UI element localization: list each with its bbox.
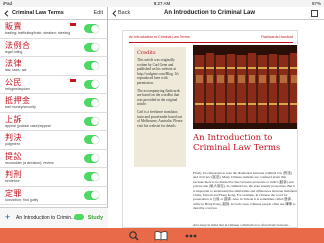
term-gloss: bail money/security xyxy=(5,105,36,109)
edit-button[interactable]: Edit xyxy=(94,10,103,16)
header-rule xyxy=(129,42,293,43)
right-nav-bar: Back An Introduction to Criminal Law xyxy=(108,7,324,20)
term-gloss: sentence xyxy=(5,179,20,183)
term-toggle[interactable] xyxy=(84,135,99,144)
search-icon[interactable] xyxy=(127,230,141,241)
expand-icon[interactable] xyxy=(311,10,318,17)
term-row[interactable]: 抵押金 bail money/security xyxy=(0,94,108,113)
term-toggle[interactable] xyxy=(84,172,99,181)
term-row[interactable]: 判決 judgment xyxy=(0,131,108,150)
term-list: 販賣 trading; trafficking/train; steaken; s… xyxy=(0,20,108,207)
term-row[interactable]: 判刑 sentence xyxy=(0,168,108,187)
document-panel: Back An Introduction to Criminal Law An … xyxy=(108,7,324,228)
article-body-continued: Also keep in mind that in Chinese a dist… xyxy=(193,223,291,227)
back-chevron-icon xyxy=(112,9,117,17)
term-row[interactable]: 公民 refugee/asylum xyxy=(0,76,108,94)
term-row[interactable]: 法律 law; laws; act xyxy=(0,57,108,76)
credits-paragraph: Carl is a freelance translator, tutor an… xyxy=(137,109,183,128)
header-left: An Introduction to Criminal Law Terms xyxy=(129,35,190,39)
term-row[interactable]: 上訴 appeal (judicial case)/appeal xyxy=(0,113,108,131)
law-books-photo xyxy=(193,45,297,129)
left-nav-bar: Criminal Law Terms Edit xyxy=(0,7,107,20)
flag-icon xyxy=(70,78,76,82)
term-row[interactable]: 販賣 trading; trafficking/train; steaken; s… xyxy=(0,20,108,39)
back-chevron-icon[interactable] xyxy=(3,9,10,17)
left-toolbar: + An Introduction to Crimin... Study xyxy=(0,207,108,228)
list-title: Criminal Law Terms xyxy=(12,10,64,16)
term-toggle[interactable] xyxy=(84,61,99,70)
term-list-panel: Criminal Law Terms Edit 販賣 trading; traff… xyxy=(0,7,108,228)
term-gloss: trading; trafficking/train; steaken; ste… xyxy=(5,31,71,35)
article-headline: An Introduction to Criminal Law Terms xyxy=(193,133,281,153)
term-row[interactable]: 法例合 legal ruling xyxy=(0,39,108,57)
term-toggle[interactable] xyxy=(84,98,99,107)
term-toggle[interactable] xyxy=(84,24,99,33)
back-button[interactable]: Back xyxy=(108,9,164,17)
term-gloss: law; laws; act xyxy=(5,68,27,72)
study-button[interactable]: Study xyxy=(88,215,103,221)
credits-box: Credits This article was originally writ… xyxy=(134,47,186,167)
book-icon[interactable] xyxy=(154,230,168,241)
term-toggle[interactable] xyxy=(84,79,99,89)
clock: 8:27 AM xyxy=(153,1,171,6)
term-toggle[interactable] xyxy=(84,42,99,52)
document-header: An Introduction to Criminal Law Terms Fl… xyxy=(129,35,293,41)
more-icon[interactable] xyxy=(184,230,198,241)
term-gloss: conviction; find guilty xyxy=(5,197,39,202)
doc-link[interactable]: An Introduction to Crimin... xyxy=(16,215,75,221)
flag-icon xyxy=(70,23,76,26)
document-page: An Introduction to Criminal Law Terms Fl… xyxy=(122,30,298,228)
term-gloss: judgment xyxy=(5,142,20,146)
term-gloss: refugee/asylum xyxy=(5,86,30,91)
term-toggle[interactable] xyxy=(84,190,99,200)
document-title: An Introduction to Criminal Law xyxy=(164,10,255,16)
term-gloss: legal ruling xyxy=(5,49,23,54)
add-button[interactable]: + xyxy=(5,213,10,222)
term-row[interactable]: 定罪 conviction; find guilty xyxy=(0,187,108,205)
status-bar: iPad 8:27 AM 87% xyxy=(0,0,324,7)
credits-heading: Credits xyxy=(137,50,156,56)
battery-label: 87% xyxy=(311,1,321,6)
term-gloss: reconsider (a decision); review xyxy=(5,160,54,165)
term-toggle[interactable] xyxy=(84,116,99,126)
back-label: Back xyxy=(118,10,131,16)
doc-toggle[interactable] xyxy=(74,214,84,220)
term-toggle[interactable] xyxy=(84,153,99,163)
credits-paragraph: This article was originally written by C… xyxy=(137,58,179,85)
credits-paragraph: The accompanying flashcards are based on… xyxy=(137,88,180,107)
bottom-toolbar xyxy=(0,228,324,243)
term-row[interactable]: 提訟 reconsider (a decision); review xyxy=(0,150,108,168)
article-body: Firstly it is important to note the dist… xyxy=(193,171,297,211)
term-gloss: appeal (judicial case)/appeal xyxy=(5,123,51,128)
header-right: Flashcards Handout xyxy=(260,35,293,39)
